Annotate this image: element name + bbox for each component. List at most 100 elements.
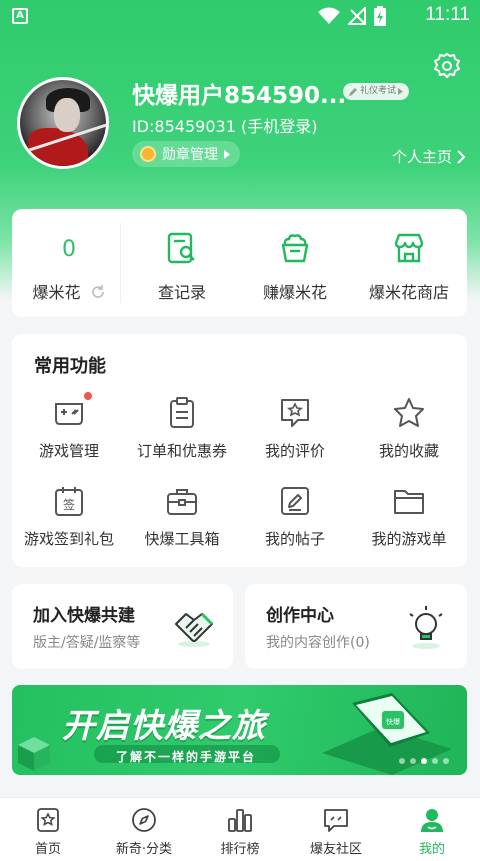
nav-mine-label: 我的 <box>418 842 445 857</box>
battery-charging-icon <box>374 6 386 26</box>
compass-icon <box>132 808 156 832</box>
notification-dot <box>84 392 92 400</box>
my-reviews-label: 我的评价 <box>264 442 325 460</box>
popcorn-bucket-icon <box>281 234 309 263</box>
join-co-build-title: 加入快爆共建 <box>33 606 135 626</box>
nav-home[interactable]: 首页 <box>0 798 96 861</box>
home-star-icon <box>37 808 59 832</box>
avatar-figure-face <box>54 98 80 132</box>
creation-center-title: 创作中心 <box>266 606 334 626</box>
banner-dot[interactable] <box>399 758 405 764</box>
clock: 11:11 <box>425 4 470 25</box>
join-co-build-subtitle: 版主/答疑/监察等 <box>33 635 141 651</box>
stats-divider <box>120 223 121 303</box>
toolbox-item[interactable]: 快爆工具箱 <box>125 484 239 549</box>
status-icons <box>318 6 386 26</box>
popcorn-shop-label: 爆米花商店 <box>368 283 449 302</box>
user-id: ID:85459031 (手机登录) <box>132 117 318 136</box>
ranking-icon <box>228 809 252 832</box>
refresh-icon[interactable] <box>90 284 106 300</box>
username[interactable]: 快爆用户854590... <box>132 76 346 110</box>
my-game-list-item[interactable]: 我的游戏单 <box>352 484 466 549</box>
promo-banner[interactable]: 开启快爆之旅 了解不一样的手游平台 快爆 <box>12 685 467 775</box>
join-co-build-card[interactable]: 加入快爆共建 版主/答疑/监察等 <box>12 584 233 669</box>
medal-icon <box>140 146 156 162</box>
nav-mine[interactable]: 我的 <box>384 798 480 861</box>
popcorn-shop-button[interactable]: 爆米花商店 <box>352 209 466 317</box>
common-functions-title: 常用功能 <box>34 356 106 377</box>
star-icon <box>394 398 424 427</box>
nav-community[interactable]: 爆友社区 <box>288 798 384 861</box>
common-functions-card: 常用功能 游戏管理 订单和优惠券 我的评价 我的收藏 签 游戏签到礼包 快爆工具… <box>12 334 467 567</box>
triangle-right-icon <box>398 88 404 95</box>
star-chat-icon <box>281 399 309 427</box>
check-records-label: 查记录 <box>157 283 206 302</box>
gamepad-icon <box>55 403 83 425</box>
check-records-button[interactable]: 查记录 <box>125 209 239 317</box>
nav-ranking-label: 排行榜 <box>220 842 260 857</box>
nav-community-label: 爆友社区 <box>309 842 362 857</box>
creation-center-card[interactable]: 创作中心 我的内容创作(0) <box>245 584 467 669</box>
bottom-navigation: 首页 新奇·分类 排行榜 爆友社区 我的 <box>0 797 480 861</box>
my-favorites-label: 我的收藏 <box>378 442 439 460</box>
exam-badge[interactable]: 礼仪考试 <box>343 83 410 100</box>
nav-home-label: 首页 <box>34 842 61 857</box>
banner-title: 开启快爆之旅 <box>62 706 266 745</box>
my-favorites-item[interactable]: 我的收藏 <box>352 396 466 461</box>
my-game-list-label: 我的游戏单 <box>371 530 447 548</box>
lightbulb-icon <box>409 606 443 649</box>
orders-coupons-label: 订单和优惠券 <box>136 442 227 460</box>
nav-discover-category[interactable]: 新奇·分类 <box>96 798 192 861</box>
wifi-icon <box>318 7 340 24</box>
medal-management-button[interactable]: 勋章管理 <box>132 141 240 167</box>
earn-popcorn-label: 赚爆米花 <box>262 283 327 302</box>
exam-badge-label: 礼仪考试 <box>360 86 397 96</box>
my-posts-item[interactable]: 我的帖子 <box>238 484 352 549</box>
banner-subtitle: 了解不一样的手游平台 <box>116 750 257 764</box>
popcorn-label: 爆米花 <box>12 279 126 303</box>
calendar-sign-icon: 签 <box>55 487 83 516</box>
profile-icon <box>421 809 443 832</box>
banner-dot[interactable] <box>443 758 449 764</box>
popcorn-stats-card: 0 爆米花 查记录 赚爆米花 爆米花商店 <box>12 209 467 317</box>
avatar[interactable] <box>17 77 109 169</box>
nav-ranking[interactable]: 排行榜 <box>192 798 288 861</box>
svg-text:签: 签 <box>63 497 75 512</box>
nav-discover-category-label: 新奇·分类 <box>115 842 173 857</box>
triangle-right-icon <box>224 149 230 159</box>
personal-homepage-link[interactable]: 个人主页 <box>392 146 466 167</box>
community-icon <box>324 809 348 832</box>
shop-icon <box>394 233 424 263</box>
toolbox-label: 快爆工具箱 <box>144 530 220 548</box>
my-posts-label: 我的帖子 <box>264 530 325 548</box>
pencil-icon <box>349 87 357 96</box>
handshake-icon <box>175 612 214 647</box>
game-signin-gift-label: 游戏签到礼包 <box>23 530 114 548</box>
folder-icon <box>394 490 424 514</box>
orders-coupons-item[interactable]: 订单和优惠券 <box>125 396 239 461</box>
medal-management-label: 勋章管理 <box>162 147 218 163</box>
banner-pagination[interactable] <box>399 758 449 764</box>
clipboard-icon <box>170 397 194 428</box>
my-reviews-item[interactable]: 我的评价 <box>238 396 352 461</box>
banner-dot-active[interactable] <box>421 758 427 764</box>
edit-post-icon <box>281 487 309 515</box>
svg-text:快爆: 快爆 <box>386 717 400 726</box>
game-management-label: 游戏管理 <box>38 442 99 460</box>
no-signal-icon <box>348 7 366 25</box>
personal-homepage-label: 个人主页 <box>391 148 452 166</box>
banner-dot[interactable] <box>410 758 416 764</box>
toolbox-icon <box>167 489 197 515</box>
earn-popcorn-button[interactable]: 赚爆米花 <box>238 209 352 317</box>
banner-dot[interactable] <box>432 758 438 764</box>
creation-center-subtitle: 我的内容创作(0) <box>266 635 370 651</box>
chevron-right-icon <box>457 149 466 164</box>
game-management-item[interactable]: 游戏管理 <box>12 392 126 461</box>
search-document-icon <box>167 232 195 264</box>
app-notification-icon: A <box>12 8 28 24</box>
status-bar: A 11:11 <box>0 0 480 32</box>
settings-gear-icon[interactable] <box>433 52 461 80</box>
game-signin-gift-item[interactable]: 签 游戏签到礼包 <box>12 484 126 549</box>
popcorn-count: 0 <box>62 237 76 262</box>
popcorn-balance[interactable]: 0 爆米花 <box>12 209 126 317</box>
